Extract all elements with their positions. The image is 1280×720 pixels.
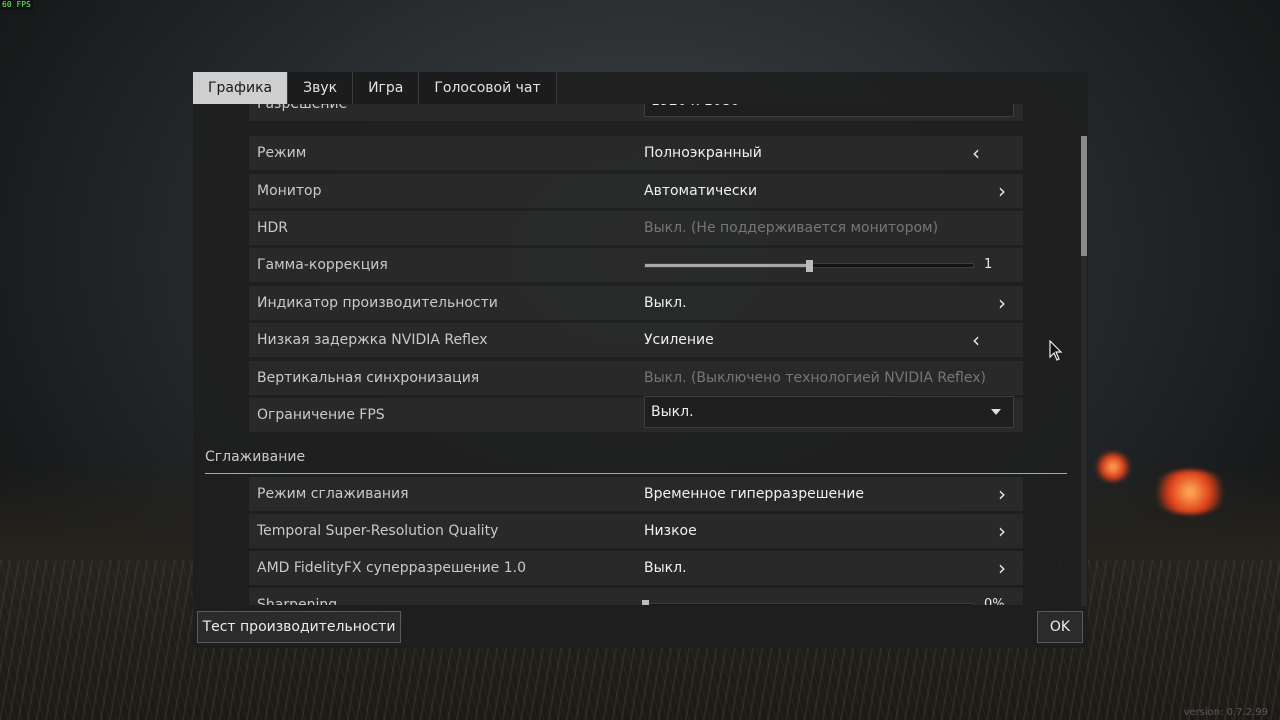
- ok-button[interactable]: OK: [1037, 611, 1083, 643]
- benchmark-button[interactable]: Тест производительности: [197, 611, 401, 643]
- setting-value: Временное гиперразрешение: [644, 486, 865, 502]
- setting-row-gamma: Гамма-коррекция 1: [249, 248, 1023, 282]
- setting-label: Ограничение FPS: [257, 407, 385, 423]
- setting-value: Низкое: [644, 523, 697, 539]
- slider-thumb[interactable]: [642, 600, 649, 605]
- slider-fill: [645, 264, 809, 267]
- chevron-right-icon[interactable]: ›: [992, 174, 1012, 208]
- setting-row-mode: Режим Полноэкранный ‹: [249, 136, 1023, 170]
- setting-row-tsr-quality: Temporal Super-Resolution Quality Низкое…: [249, 514, 1023, 548]
- setting-row-vsync: Вертикальная синхронизация Выкл. (Выключ…: [249, 361, 1023, 395]
- setting-label: HDR: [257, 220, 289, 236]
- setting-row-sharpening: Sharpening 0%: [249, 588, 1023, 605]
- tab-voice-chat[interactable]: Голосовой чат: [419, 72, 557, 104]
- settings-list: Разрешение 1920 x 1080 Режим Полноэкранн…: [193, 104, 1088, 605]
- chevron-right-icon[interactable]: ›: [992, 514, 1012, 548]
- sharpening-slider[interactable]: [642, 600, 974, 605]
- setting-value: Усиление: [644, 332, 714, 348]
- setting-label: Temporal Super-Resolution Quality: [257, 523, 499, 539]
- setting-row-resolution: Разрешение 1920 x 1080: [249, 104, 1023, 121]
- setting-row-hdr: HDR Выкл. (Не поддерживается монитором): [249, 211, 1023, 245]
- background-fire: [1150, 470, 1230, 514]
- settings-scrollbar[interactable]: [1081, 136, 1087, 606]
- setting-value-disabled: Выкл. (Не поддерживается монитором): [644, 220, 939, 236]
- setting-row-fps-limit: Ограничение FPS Выкл.: [249, 396, 1023, 432]
- version-label: version: 0.7.2.99: [1183, 707, 1268, 718]
- dropdown-value: 1920 x 1080: [651, 104, 739, 116]
- setting-label: Индикатор производительности: [257, 295, 498, 311]
- settings-tabs: Графика Звук Игра Голосовой чат: [193, 72, 557, 104]
- setting-value: Выкл.: [644, 295, 687, 311]
- tab-sound[interactable]: Звук: [288, 72, 354, 104]
- setting-label: Разрешение: [257, 104, 348, 112]
- setting-value: Полноэкранный: [644, 145, 762, 161]
- chevron-left-icon[interactable]: ‹: [966, 136, 986, 170]
- setting-value: Автоматически: [644, 183, 758, 199]
- setting-label: Монитор: [257, 183, 322, 199]
- background-fire: [1095, 452, 1131, 482]
- mouse-cursor-icon: [1049, 340, 1063, 361]
- slider-thumb[interactable]: [806, 260, 813, 272]
- setting-value: Выкл.: [644, 560, 687, 576]
- setting-label: Гамма-коррекция: [257, 257, 388, 273]
- dropdown-value: Выкл.: [651, 404, 694, 420]
- tab-game[interactable]: Игра: [353, 72, 420, 104]
- slider-value: 1: [984, 257, 993, 272]
- chevron-right-icon[interactable]: ›: [992, 477, 1012, 511]
- setting-label: Режим: [257, 145, 307, 161]
- resolution-dropdown[interactable]: 1920 x 1080: [644, 104, 1014, 117]
- section-title: Сглаживание: [205, 449, 306, 465]
- tab-graphics[interactable]: Графика: [193, 72, 289, 104]
- fps-counter: 60 FPS: [0, 0, 33, 10]
- section-header-antialiasing: Сглаживание: [205, 445, 1067, 474]
- setting-label: Низкая задержка NVIDIA Reflex: [257, 332, 488, 348]
- setting-label: Вертикальная синхронизация: [257, 370, 480, 386]
- setting-label: AMD FidelityFX суперразрешение 1.0: [257, 560, 527, 576]
- chevron-right-icon[interactable]: ›: [992, 286, 1012, 320]
- setting-row-aa-mode: Режим сглаживания Временное гиперразреше…: [249, 477, 1023, 511]
- chevron-left-icon[interactable]: ‹: [966, 323, 986, 357]
- setting-value-disabled: Выкл. (Выключено технологией NVIDIA Refl…: [644, 370, 986, 386]
- slider-value: 0%: [984, 597, 1005, 605]
- caret-down-icon: [991, 409, 1001, 415]
- setting-label: Режим сглаживания: [257, 486, 409, 502]
- setting-row-fsr: AMD FidelityFX суперразрешение 1.0 Выкл.…: [249, 551, 1023, 585]
- scrollbar-thumb[interactable]: [1081, 136, 1087, 256]
- settings-dialog: Графика Звук Игра Голосовой чат Разрешен…: [193, 72, 1088, 648]
- gamma-slider[interactable]: [644, 260, 974, 272]
- fps-limit-dropdown[interactable]: Выкл.: [644, 396, 1014, 428]
- setting-label: Sharpening: [257, 597, 338, 605]
- setting-row-nvidia-reflex: Низкая задержка NVIDIA Reflex Усиление ‹: [249, 323, 1023, 357]
- chevron-right-icon[interactable]: ›: [992, 551, 1012, 585]
- setting-row-perf-indicator: Индикатор производительности Выкл. ›: [249, 286, 1023, 320]
- setting-row-monitor: Монитор Автоматически ›: [249, 174, 1023, 208]
